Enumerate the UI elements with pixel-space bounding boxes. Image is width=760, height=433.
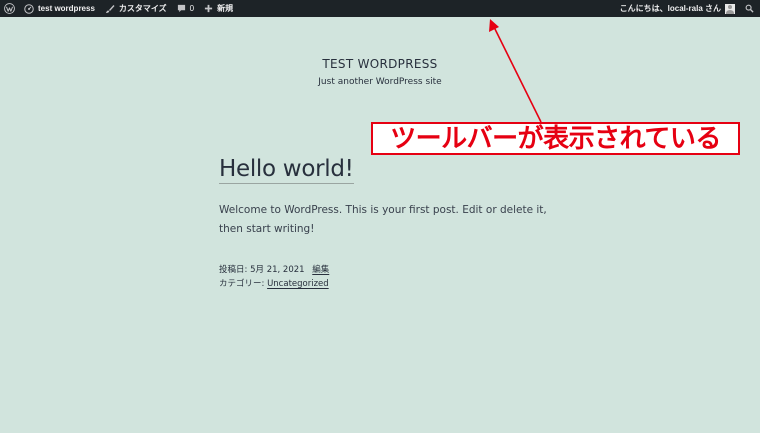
post-body: Welcome to WordPress. This is your first… (219, 204, 547, 235)
search-icon (745, 4, 754, 13)
category-line: カテゴリー: Uncategorized (219, 277, 329, 291)
admin-toolbar: test wordpress カスタマイズ 0 新規 こんにちは、local-r… (0, 0, 760, 17)
customize-label: カスタマイズ (118, 4, 167, 13)
comments-count: 0 (189, 4, 195, 13)
customize-button[interactable]: カスタマイズ (100, 0, 172, 17)
category-link[interactable]: Uncategorized (267, 279, 329, 289)
site-name-label: test wordpress (38, 4, 95, 13)
comment-icon (177, 4, 185, 13)
admin-toolbar-left: test wordpress カスタマイズ 0 新規 (0, 0, 238, 17)
comments-button[interactable]: 0 (172, 0, 199, 17)
edit-post-link[interactable]: 編集 (312, 265, 329, 275)
brush-icon (105, 4, 115, 13)
post-title-link[interactable]: Hello world! (219, 155, 354, 184)
new-content-button[interactable]: 新規 (199, 0, 238, 17)
posted-date: 5月 21, 2021 (250, 265, 305, 275)
wordpress-logo-icon (4, 3, 15, 14)
site-name-menu[interactable]: test wordpress (19, 0, 100, 17)
new-label: 新規 (217, 4, 234, 13)
site-title[interactable]: TEST WORDPRESS (0, 57, 760, 71)
my-account-menu[interactable]: こんにちは、local-rala さん (615, 0, 740, 17)
category-label: カテゴリー: (219, 279, 268, 289)
plus-icon (205, 4, 213, 13)
greeting-label: こんにちは、local-rala さん (619, 4, 721, 13)
search-button[interactable] (740, 0, 760, 17)
post-meta: 投稿日: 5月 21, 2021 編集 カテゴリー: Uncategorized (219, 263, 329, 291)
posted-on-label: 投稿日: (219, 265, 251, 275)
avatar (725, 3, 735, 14)
posted-on-line: 投稿日: 5月 21, 2021 編集 (219, 263, 329, 277)
wordpress-logo-button[interactable] (0, 0, 19, 17)
dashboard-icon (24, 3, 34, 14)
annotation-callout: ツールバーが表示されている (371, 122, 740, 155)
site-description: Just another WordPress site (318, 77, 442, 87)
admin-toolbar-right: こんにちは、local-rala さん (615, 0, 760, 17)
